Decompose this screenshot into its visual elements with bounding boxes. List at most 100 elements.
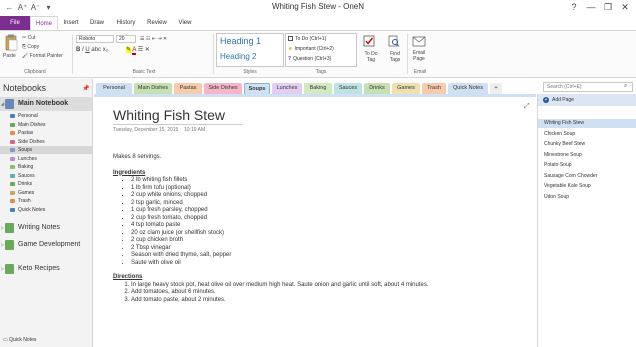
tag-important[interactable]: ★ Important (Ctrl+2) xyxy=(288,46,334,52)
section-icon xyxy=(10,199,15,203)
section-tabs: Personal Main Dishes Pastas Side Dishes Soup… xyxy=(94,79,542,94)
page-list-item[interactable]: Chicken Soup xyxy=(538,130,636,139)
format-painter-label: Format Painter xyxy=(29,53,63,59)
list-format-icons[interactable]: ☰ ☷ ⇤ ⇥ ✕ xyxy=(140,36,167,42)
notebook-item[interactable]: ▷ Game Development xyxy=(0,238,92,260)
font-family-select[interactable]: Roboto xyxy=(76,35,114,43)
email-page-icon[interactable] xyxy=(412,35,426,47)
tab-history[interactable]: History xyxy=(112,16,140,30)
email-page-button[interactable]: Email Page xyxy=(409,50,429,62)
ingredient-item: 2 tsp garlic, minced xyxy=(131,200,513,208)
section-item[interactable]: Baking xyxy=(0,163,92,171)
tab-insert[interactable]: Insert xyxy=(60,16,82,30)
section-item[interactable]: Pastas xyxy=(0,129,92,137)
section-tab[interactable]: Pastas xyxy=(174,83,202,94)
section-item[interactable]: Personal xyxy=(0,112,92,120)
section-tab[interactable]: Games xyxy=(392,83,420,94)
section-item[interactable]: Main Dishes xyxy=(0,121,92,129)
quick-notes-button[interactable]: ▭ Quick Notes xyxy=(3,337,36,343)
section-item[interactable]: Quick Notes xyxy=(0,206,92,214)
page-content[interactable]: Makes 8 servings. Ingredients 2 lb whiti… xyxy=(113,154,513,304)
add-page-button[interactable]: + Add Page xyxy=(538,94,636,106)
styles-gallery[interactable]: Heading 1 Heading 2 xyxy=(216,33,284,67)
minimize-button[interactable]: — xyxy=(583,1,599,13)
section-tab[interactable]: Quick Notes xyxy=(448,83,488,94)
find-tags-button[interactable]: Find Tags xyxy=(386,51,404,63)
page-list-item[interactable]: Potato Soup xyxy=(538,161,636,170)
tab-draw[interactable]: Draw xyxy=(86,16,108,30)
notebook-item[interactable]: ▷ Keto Recipes xyxy=(0,262,92,276)
tab-view[interactable]: View xyxy=(174,16,196,30)
section-item[interactable]: Drinks xyxy=(0,180,92,188)
tab-home[interactable]: Home xyxy=(30,16,58,30)
todo-tag-button[interactable]: To Do Tag xyxy=(362,51,380,63)
section-label: Soups xyxy=(18,147,33,153)
notebook-main[interactable]: ◢ Main Notebook xyxy=(0,97,92,111)
ingredients-heading: Ingredients xyxy=(113,169,146,176)
section-item[interactable]: Lunches xyxy=(0,155,92,163)
expand-arrow-icon[interactable]: ▷ xyxy=(1,221,4,235)
section-label: Trash xyxy=(18,198,31,204)
section-item[interactable]: Soups xyxy=(0,146,92,154)
ingredient-item: Saute with olive oil xyxy=(131,260,513,268)
tab-file[interactable]: File xyxy=(0,16,30,30)
search-input[interactable]: Search (Ctrl+E) xyxy=(543,82,633,92)
section-tab[interactable]: Trash xyxy=(422,83,446,94)
tag-question[interactable]: ? Question (Ctrl+3) xyxy=(288,56,331,62)
text-format-icons[interactable]: B I U abc x₂ xyxy=(76,47,108,53)
page-list-item[interactable]: Whiting Fish Stew xyxy=(538,119,636,128)
paste-icon[interactable] xyxy=(4,34,18,52)
page-list-item[interactable]: Udon Soup xyxy=(538,193,636,202)
expand-arrow-icon[interactable]: ▷ xyxy=(1,262,4,276)
todo-tag-icon[interactable] xyxy=(363,35,375,48)
section-item[interactable]: Sauces xyxy=(0,172,92,180)
restore-button[interactable]: ❐ xyxy=(600,1,616,13)
page-title[interactable]: Whiting Fish Stew xyxy=(113,107,225,123)
copy-button[interactable]: ⎘ Copy xyxy=(22,44,39,50)
font-size-select[interactable]: 20 xyxy=(116,35,136,43)
section-tab[interactable]: Lunches xyxy=(272,83,302,94)
notebooks-pane: Notebooks 📌 ◢ Main Notebook Personal Main… xyxy=(0,79,93,347)
page-list-item[interactable]: Minestrone Soup xyxy=(538,151,636,160)
section-tab[interactable]: Soups xyxy=(244,83,270,94)
direction-item: Add tomatoes, about 6 minutes. xyxy=(131,289,513,297)
page-date: Tuesday, December 15, 2015 xyxy=(113,127,179,133)
tab-review[interactable]: Review xyxy=(144,16,170,30)
notebook-item[interactable]: ▷ Writing Notes xyxy=(0,221,92,235)
highlight-color-icons[interactable]: ✎ A ☰ ✕ xyxy=(126,47,150,55)
page-list-item[interactable]: Vegetable Kale Soup xyxy=(538,182,636,191)
page-canvas[interactable]: Whiting Fish Stew Tuesday, December 15, … xyxy=(94,94,536,347)
page-list-item[interactable]: Sausage Corn Chowder xyxy=(538,172,636,181)
tag-todo[interactable]: To Do (Ctrl+1) xyxy=(288,36,326,42)
close-button[interactable]: ✕ xyxy=(617,1,633,13)
section-item[interactable]: Games xyxy=(0,189,92,197)
section-icon xyxy=(10,131,15,135)
style-heading-1[interactable]: Heading 1 xyxy=(220,36,261,46)
section-tab[interactable]: Baking xyxy=(304,83,332,94)
ribbon-tab-bar: File Home Insert Draw History Review Vie… xyxy=(0,16,636,30)
search-icon[interactable]: ⌕ xyxy=(624,83,627,90)
section-tab[interactable]: Drinks xyxy=(364,83,390,94)
expand-icon[interactable]: ⤢ xyxy=(524,103,530,111)
section-tab[interactable]: Personal xyxy=(96,83,132,94)
tags-gallery[interactable]: To Do (Ctrl+1) ★ Important (Ctrl+2) ? Ques… xyxy=(285,33,357,67)
page-list-item[interactable]: Chunky Beef Stew xyxy=(538,140,636,149)
expand-arrow-icon[interactable]: ▷ xyxy=(1,238,4,252)
checkbox-icon xyxy=(288,36,293,41)
new-section-button[interactable]: + xyxy=(490,83,502,94)
section-tab[interactable]: Sauces xyxy=(334,83,362,94)
tag-question-label: Question (Ctrl+3) xyxy=(293,56,332,62)
help-button[interactable]: ? xyxy=(566,1,582,13)
format-painter-button[interactable]: 🖌 Format Painter xyxy=(22,53,63,59)
section-tab[interactable]: Side Dishes xyxy=(204,83,242,94)
section-item[interactable]: Trash xyxy=(0,197,92,205)
style-heading-2[interactable]: Heading 2 xyxy=(220,52,256,61)
pin-icon[interactable]: 📌 xyxy=(82,85,89,92)
paste-button[interactable]: Paste xyxy=(3,53,16,59)
section-tab[interactable]: Main Dishes xyxy=(134,83,172,94)
ingredient-item: 2 Tbsp vinegar xyxy=(131,245,513,253)
find-tags-icon[interactable] xyxy=(388,35,400,48)
section-item[interactable]: Side Dishes xyxy=(0,138,92,146)
collapse-icon[interactable]: ◢ xyxy=(1,97,4,111)
cut-button[interactable]: ✂ Cut xyxy=(22,35,35,41)
